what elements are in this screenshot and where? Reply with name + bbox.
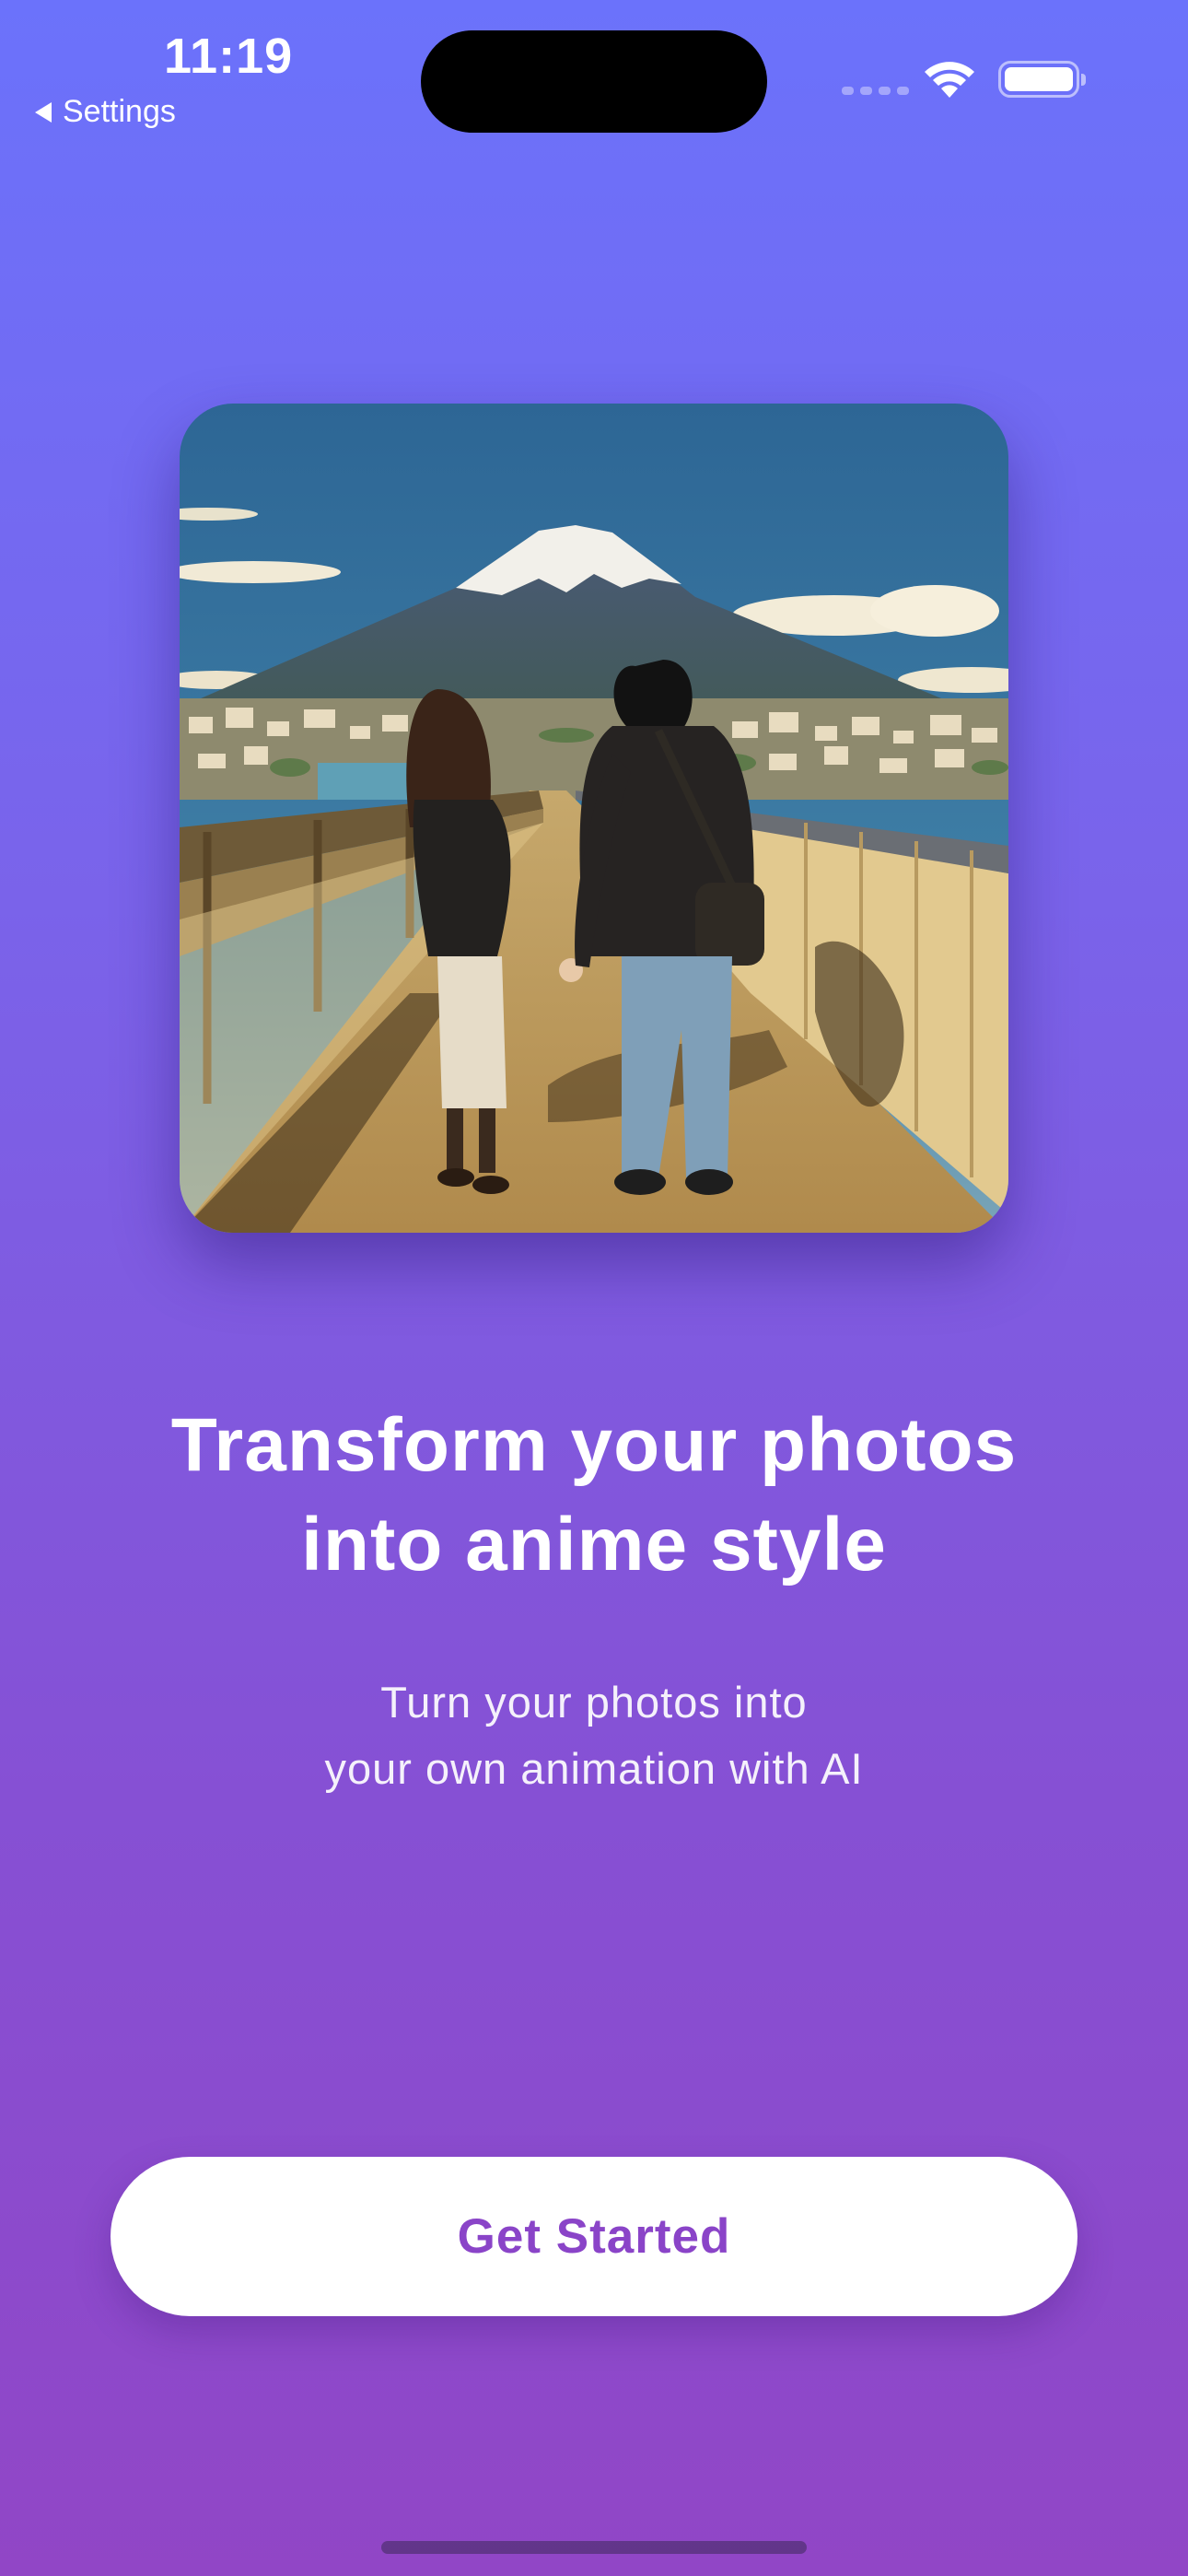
back-caret-icon bbox=[35, 101, 52, 123]
dynamic-island bbox=[421, 30, 767, 133]
hero-illustration bbox=[180, 404, 1008, 1233]
status-time: 11:19 bbox=[164, 29, 294, 84]
battery-icon bbox=[998, 61, 1086, 98]
get-started-button[interactable]: Get Started bbox=[111, 2157, 1077, 2316]
back-link-label: Settings bbox=[63, 94, 176, 129]
subtitle: Turn your photos into your own animation… bbox=[324, 1678, 864, 1793]
anime-scene-image bbox=[180, 404, 1008, 1233]
wifi-icon bbox=[925, 62, 974, 98]
cellular-icon bbox=[842, 87, 909, 95]
back-to-settings-link[interactable]: Settings bbox=[35, 94, 176, 130]
home-indicator[interactable] bbox=[381, 2541, 807, 2554]
headline: Transform your photos into anime style bbox=[170, 1403, 1018, 1587]
